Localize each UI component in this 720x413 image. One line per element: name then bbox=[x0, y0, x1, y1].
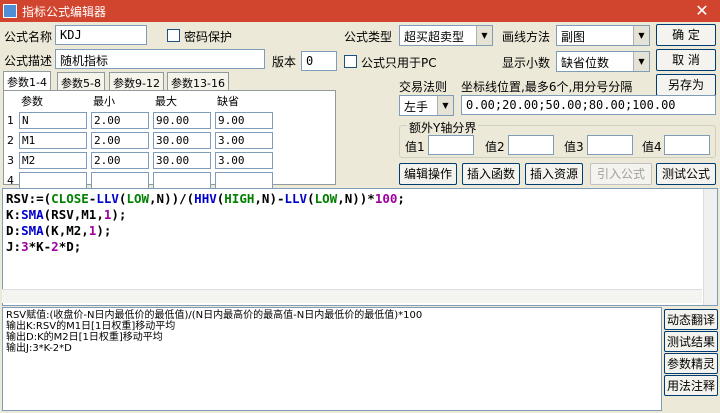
row-number: 2 bbox=[7, 133, 14, 147]
editor-scrollbar[interactable] bbox=[703, 189, 717, 305]
ok-button[interactable]: 确 定 bbox=[656, 24, 716, 46]
coord-input[interactable]: 0.00;20.00;50.00;80.00;100.00 bbox=[461, 95, 716, 115]
insert-resource-button[interactable]: 插入资源 bbox=[525, 163, 583, 185]
param-table: 参数 最小 最大 缺省 1 N 2.00 90.00 9.00 2 M1 2.0… bbox=[5, 92, 275, 190]
insert-function-button[interactable]: 插入函数 bbox=[462, 163, 520, 185]
tab-params-13-16[interactable]: 参数13-16 bbox=[167, 72, 229, 90]
chevron-down-icon: ▼ bbox=[437, 96, 453, 115]
param-max-cell[interactable]: 90.00 bbox=[153, 111, 211, 129]
param-default-cell[interactable]: 3.00 bbox=[215, 131, 273, 149]
param-default-cell[interactable]: 9.00 bbox=[215, 111, 273, 129]
translation-output: RSV赋值:(收盘价-N日内最低价的最低值)/(N日内最高价的最高值-N日内最低… bbox=[2, 307, 662, 411]
header-default: 缺省 bbox=[217, 95, 239, 108]
password-checkbox[interactable] bbox=[167, 29, 180, 42]
header-min: 最小 bbox=[93, 95, 115, 108]
code-line: RSV:=(CLOSE-LLV(LOW,N))/(HHV(HIGH,N)-LLV… bbox=[6, 191, 405, 206]
header-param: 参数 bbox=[21, 95, 43, 108]
code-line: J:3*K-2*D; bbox=[6, 239, 82, 254]
coord-label: 坐标线位置,最多6个,用分号分隔 bbox=[461, 80, 633, 94]
decimal-select[interactable]: 缺省位数 ▼ bbox=[556, 51, 650, 72]
param-min-cell[interactable] bbox=[91, 171, 149, 189]
param-max-cell[interactable] bbox=[153, 171, 211, 189]
desc-label: 公式描述 bbox=[4, 54, 53, 68]
tab-params-9-12[interactable]: 参数9-12 bbox=[109, 72, 164, 90]
param-default-cell[interactable]: 3.00 bbox=[215, 151, 273, 169]
chevron-down-icon: ▼ bbox=[633, 52, 649, 71]
y4-label: 值4 bbox=[642, 140, 662, 154]
trade-select-value: 左手 bbox=[404, 100, 429, 114]
param-min-cell[interactable]: 2.00 bbox=[91, 111, 149, 129]
y3-label: 值3 bbox=[564, 140, 584, 154]
decimal-select-value: 缺省位数 bbox=[561, 56, 610, 70]
row-number: 3 bbox=[7, 153, 14, 167]
window-title: 指标公式编辑器 bbox=[22, 5, 107, 19]
y4-input[interactable] bbox=[664, 135, 710, 155]
edit-button[interactable]: 编辑操作 bbox=[399, 163, 457, 185]
header-max: 最大 bbox=[155, 95, 177, 108]
param-max-cell[interactable]: 30.00 bbox=[153, 151, 211, 169]
table-row: 3 M2 2.00 30.00 3.00 bbox=[5, 150, 275, 170]
usage-note-button[interactable]: 用法注释 bbox=[664, 375, 718, 396]
y2-input[interactable] bbox=[508, 135, 554, 155]
save-as-button[interactable]: 另存为 bbox=[656, 74, 716, 96]
version-input[interactable]: 0 bbox=[301, 51, 337, 71]
test-formula-button[interactable]: 测试公式 bbox=[656, 163, 716, 185]
output-line: 输出K:RSV的M1日[1日权重]移动平均 bbox=[6, 321, 176, 332]
dynamic-translate-button[interactable]: 动态翻译 bbox=[664, 309, 718, 330]
test-result-button[interactable]: 测试结果 bbox=[664, 331, 718, 352]
param-name-cell[interactable]: M2 bbox=[19, 151, 87, 169]
password-label: 密码保护 bbox=[184, 30, 233, 44]
trade-select[interactable]: 左手 ▼ bbox=[399, 95, 454, 116]
cancel-button[interactable]: 取 消 bbox=[656, 49, 716, 71]
yaxis-label: 额外Y轴分界 bbox=[407, 119, 479, 136]
output-line: 输出J:3*K-2*D bbox=[6, 343, 72, 354]
row-number: 1 bbox=[7, 113, 14, 127]
name-label: 公式名称 bbox=[4, 30, 53, 44]
chevron-down-icon: ▼ bbox=[476, 26, 492, 45]
param-min-cell[interactable]: 2.00 bbox=[91, 131, 149, 149]
import-formula-button[interactable]: 引入公式 bbox=[590, 163, 652, 185]
chevron-down-icon: ▼ bbox=[633, 26, 649, 45]
version-label: 版本 bbox=[272, 55, 297, 69]
trade-label: 交易法则 bbox=[399, 80, 448, 94]
param-name-cell[interactable]: N bbox=[19, 111, 87, 129]
editor-hscrollbar[interactable] bbox=[2, 289, 702, 303]
decimal-label: 显示小数 bbox=[502, 56, 551, 70]
output-line: RSV赋值:(收盘价-N日内最低价的最低值)/(N日内最高价的最高值-N日内最低… bbox=[6, 310, 423, 321]
code-line: K:SMA(RSV,M1,1); bbox=[6, 207, 127, 222]
app-icon bbox=[3, 4, 17, 18]
pc-only-checkbox[interactable] bbox=[344, 55, 357, 68]
type-select-value: 超买超卖型 bbox=[404, 30, 465, 44]
tab-params-5-8[interactable]: 参数5-8 bbox=[57, 72, 105, 90]
tab-params-1-4[interactable]: 参数1-4 bbox=[3, 71, 51, 91]
draw-select[interactable]: 副图 ▼ bbox=[556, 25, 650, 46]
y1-input[interactable] bbox=[428, 135, 474, 155]
pc-only-label: 公式只用于PC bbox=[361, 56, 437, 70]
draw-select-value: 副图 bbox=[561, 30, 586, 44]
y1-label: 值1 bbox=[405, 140, 425, 154]
type-label: 公式类型 bbox=[344, 30, 393, 44]
param-name-cell[interactable]: M1 bbox=[19, 131, 87, 149]
code-line: D:SMA(K,M2,1); bbox=[6, 223, 112, 238]
table-row: 2 M1 2.00 30.00 3.00 bbox=[5, 130, 275, 150]
title-bar: 指标公式编辑器 ✕ bbox=[0, 0, 720, 22]
type-select[interactable]: 超买超卖型 ▼ bbox=[399, 25, 493, 46]
param-max-cell[interactable]: 30.00 bbox=[153, 131, 211, 149]
desc-input[interactable]: 随机指标 bbox=[55, 49, 265, 69]
param-name-cell[interactable] bbox=[19, 171, 87, 189]
row-number: 4 bbox=[7, 173, 14, 187]
close-button[interactable]: ✕ bbox=[684, 0, 720, 22]
name-input[interactable]: KDJ bbox=[55, 25, 147, 45]
table-row: 1 N 2.00 90.00 9.00 bbox=[5, 110, 275, 130]
draw-label: 画线方法 bbox=[502, 30, 551, 44]
y3-input[interactable] bbox=[587, 135, 633, 155]
table-row: 4 bbox=[5, 170, 275, 190]
output-line: 输出D:K的M2日[1日权重]移动平均 bbox=[6, 332, 163, 343]
param-min-cell[interactable]: 2.00 bbox=[91, 151, 149, 169]
y2-label: 值2 bbox=[485, 140, 505, 154]
param-wizard-button[interactable]: 参数精灵 bbox=[664, 353, 718, 374]
param-default-cell[interactable] bbox=[215, 171, 273, 189]
